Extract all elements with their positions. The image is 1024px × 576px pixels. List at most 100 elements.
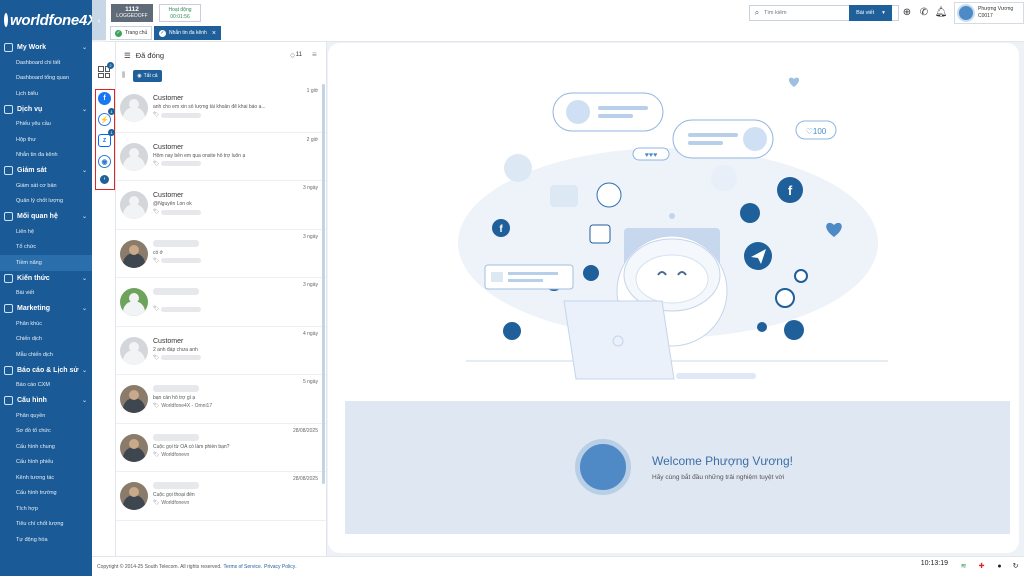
conversation-scrollbar[interactable] [322, 84, 325, 484]
sidebar-item[interactable]: Chiến dịch [0, 332, 92, 348]
terms-link[interactable]: Terms of Service [224, 564, 261, 570]
all-filter-button[interactable]: ◉ Tất cả [133, 70, 162, 82]
conversation-item[interactable]: Customer anh cho em xin số lượng tài khoả… [116, 84, 326, 133]
sidebar-section[interactable]: My Work ⌄ [0, 40, 92, 55]
conversation-item[interactable]: Customer @Nguyễn Lon ok 🏷︎ 3 ngày [116, 181, 326, 230]
sidebar-item[interactable]: Hộp thư [0, 132, 92, 148]
sidebar-item[interactable]: Bài viết [0, 286, 92, 302]
conversation-item[interactable]: có ở 🏷︎ 3 ngày [116, 230, 326, 278]
sidebar-item[interactable]: Cấu hình trường [0, 486, 92, 502]
search-scope-dropdown[interactable]: Bài viết ▾ [849, 5, 892, 21]
sidebar-section[interactable]: Marketing ⌄ [0, 301, 92, 316]
extension-status-box[interactable]: 1112 LOGGEDOFF [111, 4, 153, 22]
record-icon[interactable]: ● [995, 562, 1004, 571]
sidebar-item[interactable]: Lịch biểu [0, 86, 92, 102]
chevron-down-icon: ⌄ [81, 168, 87, 174]
avatar [957, 4, 975, 22]
conversation-list: Customer anh cho em xin số lượng tài khoả… [116, 84, 326, 521]
privacy-link[interactable]: Privacy Policy [264, 564, 295, 570]
conversation-name: Customer [153, 337, 184, 345]
welcome-subtitle: Hãy cùng bắt đầu những trải nghiệm tuyệt… [652, 474, 785, 481]
sidebar-collapse-button[interactable]: ‹ [92, 0, 106, 40]
conversation-source: 🏷︎ [153, 355, 202, 361]
user-menu[interactable]: Phượng Vương C0017 [954, 2, 1024, 24]
sidebar-item[interactable]: Báo cáo CXM [0, 378, 92, 394]
search-scope-label: Bài viết [856, 10, 875, 16]
close-icon[interactable]: × [212, 30, 216, 37]
sidebar-item[interactable]: Phiếu yêu cầu [0, 117, 92, 133]
sidebar-item[interactable]: Sơ đồ tổ chức [0, 424, 92, 440]
sidebar-section[interactable]: Giám sát ⌄ [0, 163, 92, 178]
sidebar-item[interactable]: Phân quyền [0, 408, 92, 424]
sidebar-item[interactable]: Mẫu chiến dịch [0, 347, 92, 363]
sidebar-item[interactable]: Tích hợp [0, 501, 92, 517]
activity-status-box[interactable]: Hoạt động 00:01:56 [159, 4, 201, 22]
bell-icon[interactable]: 🔔︎ [934, 6, 948, 20]
section-icon [4, 396, 13, 405]
filter-lines-icon: ☰ [124, 50, 131, 60]
sliders-icon[interactable]: ⫼ [122, 72, 125, 80]
sidebar-item[interactable]: Kênh tương tác [0, 470, 92, 486]
conversation-item[interactable]: Cuộc gọi thoại đến 🏷︎ Worldfonevn 28/08/202… [116, 472, 326, 521]
tag-icon: 🏷︎ [153, 160, 160, 167]
welcome-title: Welcome Phượng Vương! [652, 454, 793, 468]
sidebar-item[interactable]: Cấu hình chung [0, 439, 92, 455]
avatar [120, 239, 148, 268]
search-input[interactable] [764, 10, 850, 16]
sidebar-item[interactable]: Dashboard chi tiết [0, 55, 92, 71]
sidebar-item[interactable]: Phân khúc [0, 316, 92, 332]
conversation-time: 5 ngày [302, 379, 318, 385]
tag-icon: 🏷︎ [153, 403, 160, 409]
conversation-item[interactable]: 🏷︎ 3 ngày [116, 278, 326, 327]
redacted-source [161, 161, 202, 166]
sidebar-item[interactable]: Dashboard tổng quan [0, 71, 92, 87]
refresh-icon[interactable]: ↻ [1011, 562, 1020, 571]
alert-icon[interactable]: ✚ [977, 562, 986, 571]
clock: 10:13:19 [920, 560, 948, 567]
tab-home[interactable]: ✓ Trang chủ [110, 26, 153, 40]
facebook-icon[interactable]: f [98, 92, 111, 105]
welcome-banner: Welcome Phượng Vương! Hãy cùng bắt đầu n… [345, 401, 1010, 534]
add-icon[interactable]: ⊕ [900, 6, 914, 20]
sidebar-section[interactable]: Báo cáo & Lịch sử ⌄ [0, 363, 92, 378]
sidebar-item[interactable]: Tiềm năng [0, 255, 92, 271]
conversation-item[interactable]: Cuộc gọi từ OA có làm phiền bạn? 🏷︎ Worldf… [116, 424, 326, 472]
messenger-icon[interactable]: ⚡ [98, 113, 111, 126]
sidebar-section[interactable]: Dịch vụ ⌄ [0, 102, 92, 117]
sidebar-item[interactable]: Tổ chức [0, 240, 92, 256]
phone-icon[interactable]: ✆ [917, 6, 931, 20]
conversation-item[interactable]: Customer 2 anh đáp chưa anh 🏷︎ 4 ngày [116, 327, 326, 375]
conversation-source: 🏷︎ Worldfonevn [153, 452, 189, 458]
sidebar-section-label: Kiến thức [17, 274, 50, 282]
sidebar-item[interactable]: Liên hệ [0, 224, 92, 240]
sidebar-item[interactable]: Cấu hình phiếu [0, 455, 92, 471]
sidebar-section[interactable]: Kiến thức ⌄ [0, 271, 92, 286]
sidebar-item[interactable]: Quản lý chốt lượng [0, 194, 92, 210]
sidebar-section[interactable]: Mối quan hệ ⌄ [0, 209, 92, 224]
check-icon: ✓ [159, 29, 166, 37]
sidebar-section[interactable]: Cấu hình ⌄ [0, 393, 92, 408]
section-icon [4, 273, 13, 283]
sidebar-item[interactable]: Giám sát cơ bản [0, 178, 92, 194]
sidebar-item[interactable]: Tự động hóa [0, 532, 92, 548]
channel-filter-column: 2 f ⚡ 1 Z 1 ◉ › [92, 42, 116, 556]
app-logo[interactable]: worldfone4X [0, 0, 92, 40]
webchat-icon[interactable]: ◉ [98, 155, 111, 168]
conversation-item[interactable]: bạn cần hỗ trợ gì ạ 🏷︎ Worldfone4X - Omni1… [116, 375, 326, 424]
conversation-preview: Cuộc gọi thoại đến [153, 492, 195, 498]
conversation-item[interactable]: Customer Hôm nay bên em qua onsite hỗ trợ… [116, 133, 326, 181]
channel-badge: 2 [107, 62, 114, 69]
sidebar-item[interactable]: Tiêu chí chốt lượng [0, 517, 92, 533]
source-label: Worldfone4X - Omni17 [161, 403, 213, 409]
source-label: Worldfonevn [161, 500, 190, 506]
redacted-source [161, 355, 202, 360]
status-filter-dropdown[interactable]: Đã đóng [136, 51, 164, 60]
tag-icon: 🏷︎ [153, 500, 160, 506]
zalo-icon[interactable]: Z [98, 134, 111, 147]
sidebar-item[interactable]: Nhắn tin đa kênh [0, 148, 92, 164]
tab-omnichannel[interactable]: ✓ Nhắn tin đa kênh × [154, 26, 221, 40]
search-icon[interactable]: ○ [290, 50, 295, 60]
filter-icon[interactable]: ≡ [312, 50, 317, 59]
more-channels-icon[interactable]: › [100, 175, 109, 184]
conversation-name: Customer [153, 95, 184, 102]
